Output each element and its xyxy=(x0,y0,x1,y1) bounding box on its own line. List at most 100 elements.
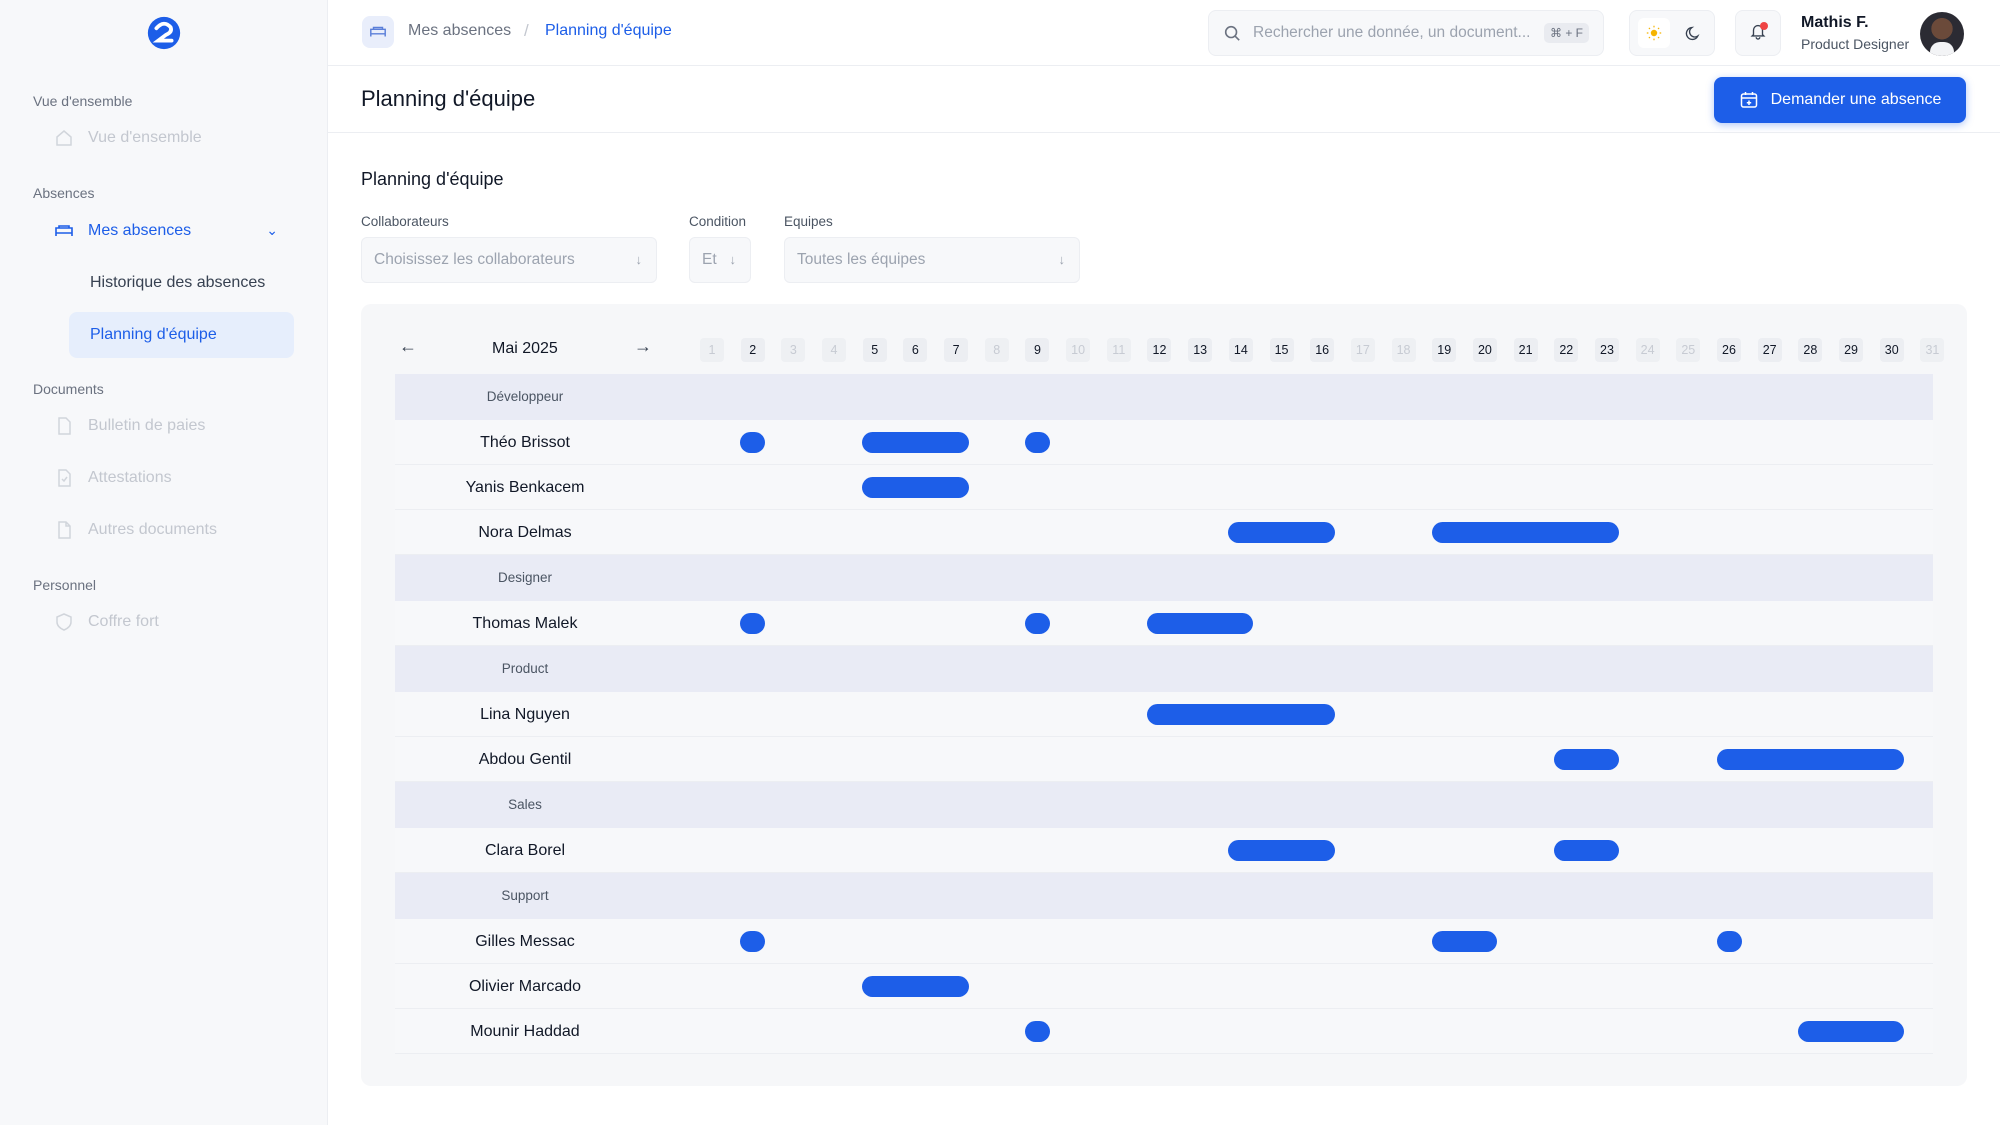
day-2: 2 xyxy=(740,338,765,362)
teams-select[interactable]: Toutes les équipes ↓ xyxy=(784,237,1080,283)
calendar-plus-icon xyxy=(1739,90,1759,110)
sidebar-item-other-documents[interactable]: Autres documents xyxy=(54,508,294,552)
day-21: 21 xyxy=(1513,338,1538,362)
absence-bar[interactable] xyxy=(1024,432,1050,453)
user-name[interactable]: Mathis F. xyxy=(1801,14,1869,32)
day-11: 11 xyxy=(1106,338,1131,362)
absence-bar[interactable] xyxy=(1431,931,1498,952)
group-label: Product xyxy=(501,661,549,676)
arrow-down-icon: ↓ xyxy=(1058,252,1066,267)
table-row[interactable]: Clara Borel xyxy=(395,828,1933,873)
next-month-arrow-icon[interactable]: → xyxy=(634,336,652,357)
filter-label-collaborators: Collaborateurs xyxy=(361,214,449,229)
user-role: Product Designer xyxy=(1801,36,1910,52)
absence-bar[interactable] xyxy=(1228,522,1335,543)
breadcrumb-my-absences[interactable]: Mes absences xyxy=(408,22,511,40)
shield-icon xyxy=(54,612,74,632)
table-row[interactable]: Gilles Messac xyxy=(395,919,1933,964)
sidebar-item-history[interactable]: Historique des absences xyxy=(69,260,294,306)
absence-bar[interactable] xyxy=(862,432,969,453)
previous-month-arrow-icon[interactable]: ← xyxy=(399,336,417,357)
home-icon xyxy=(54,128,74,148)
day-16: 16 xyxy=(1310,338,1335,362)
absence-bar[interactable] xyxy=(862,477,969,498)
avatar[interactable] xyxy=(1920,12,1964,56)
day-4: 4 xyxy=(822,338,847,362)
absence-bar[interactable] xyxy=(1146,613,1254,634)
sidebar-item-safe[interactable]: Coffre fort xyxy=(54,600,294,644)
topbar: Mes absences / Planning d'équipe ⌘ + F M… xyxy=(328,0,2000,66)
theme-toggle[interactable] xyxy=(1629,10,1715,56)
document-check-icon xyxy=(54,468,74,488)
breadcrumb-team-planning[interactable]: Planning d'équipe xyxy=(545,22,672,40)
day-14: 14 xyxy=(1228,338,1253,362)
sidebar-item-label: Autres documents xyxy=(88,521,217,538)
collaborators-select[interactable]: Choisissez les collaborateurs ↓ xyxy=(361,237,657,283)
absence-bar[interactable] xyxy=(1716,931,1742,952)
absence-bar[interactable] xyxy=(740,613,766,634)
day-3: 3 xyxy=(781,338,806,362)
search-input[interactable] xyxy=(1253,24,1543,42)
notifications-button[interactable] xyxy=(1735,10,1781,56)
day-18: 18 xyxy=(1391,338,1416,362)
absence-bar[interactable] xyxy=(740,432,766,453)
arrow-down-icon: ↓ xyxy=(729,252,737,267)
page-title: Planning d'équipe xyxy=(361,86,536,111)
filter-label-condition: Condition xyxy=(689,214,747,229)
employee-name: Clara Borel xyxy=(484,842,566,859)
day-26: 26 xyxy=(1717,338,1741,362)
employee-name: Lina Nguyen xyxy=(480,706,570,723)
day-30: 30 xyxy=(1879,338,1904,362)
search-shortcut: ⌘ + F xyxy=(1543,23,1589,43)
sidebar-item-label: Coffre fort xyxy=(88,613,159,630)
moon-icon[interactable] xyxy=(1678,18,1708,48)
absence-bar[interactable] xyxy=(1553,840,1620,861)
table-row[interactable]: Lina Nguyen xyxy=(395,692,1933,737)
sidebar-item-team-planning[interactable]: Planning d'équipe xyxy=(69,312,294,358)
day-9: 9 xyxy=(1025,338,1050,362)
table-row[interactable]: Yanis Benkacem xyxy=(395,465,1933,510)
bed-icon xyxy=(54,221,74,241)
request-absence-button[interactable]: Demander une absence xyxy=(1714,77,1966,123)
table-row[interactable]: Mounir Haddad xyxy=(395,1009,1933,1054)
absence-bar[interactable] xyxy=(1228,840,1335,861)
day-6: 6 xyxy=(903,338,928,362)
table-row[interactable]: Thomas Malek xyxy=(395,601,1933,646)
group-row: Designer xyxy=(395,555,1933,601)
absence-bar[interactable] xyxy=(740,931,766,952)
absence-bar[interactable] xyxy=(1553,749,1620,770)
sun-icon[interactable] xyxy=(1638,18,1670,48)
sidebar-item-label: Bulletin de paies xyxy=(88,417,206,434)
absence-bar[interactable] xyxy=(1716,749,1905,770)
absence-bar[interactable] xyxy=(1797,1021,1905,1042)
employee-name: Yanis Benkacem xyxy=(465,479,585,496)
absence-bar[interactable] xyxy=(1431,522,1620,543)
document-icon xyxy=(54,416,74,436)
table-row[interactable]: Olivier Marcado xyxy=(395,964,1933,1009)
condition-select[interactable]: Et ↓ xyxy=(689,237,751,283)
brand-logo-icon[interactable] xyxy=(145,14,183,52)
sidebar-item-certificates[interactable]: Attestations xyxy=(54,456,294,500)
group-row: Product xyxy=(395,646,1933,692)
absence-bar[interactable] xyxy=(862,976,969,997)
chevron-down-icon[interactable]: ⌄ xyxy=(266,222,278,239)
day-20: 20 xyxy=(1472,338,1497,362)
group-row: Développeur xyxy=(395,374,1933,420)
header-divider xyxy=(328,132,2000,133)
day-31: 31 xyxy=(1920,338,1945,362)
day-22: 22 xyxy=(1554,338,1579,362)
employee-name: Mounir Haddad xyxy=(470,1023,580,1040)
absence-bar[interactable] xyxy=(1024,613,1050,634)
absence-bar[interactable] xyxy=(1146,704,1335,725)
table-row[interactable]: Nora Delmas xyxy=(395,510,1933,555)
group-label: Support xyxy=(501,888,549,903)
search-bar[interactable]: ⌘ + F xyxy=(1208,10,1604,56)
table-row[interactable]: Théo Brissot xyxy=(395,420,1933,465)
filter-label-teams: Equipes xyxy=(784,214,833,229)
sidebar: Vue d'ensemble Vue d'ensemble Absences M… xyxy=(0,0,328,1125)
sidebar-item-payslips[interactable]: Bulletin de paies xyxy=(54,404,294,448)
absence-bar[interactable] xyxy=(1024,1021,1050,1042)
table-row[interactable]: Abdou Gentil xyxy=(395,737,1933,782)
sidebar-item-my-absences[interactable]: Mes absences ⌄ xyxy=(54,209,294,253)
sidebar-item-overview[interactable]: Vue d'ensemble xyxy=(54,116,294,160)
